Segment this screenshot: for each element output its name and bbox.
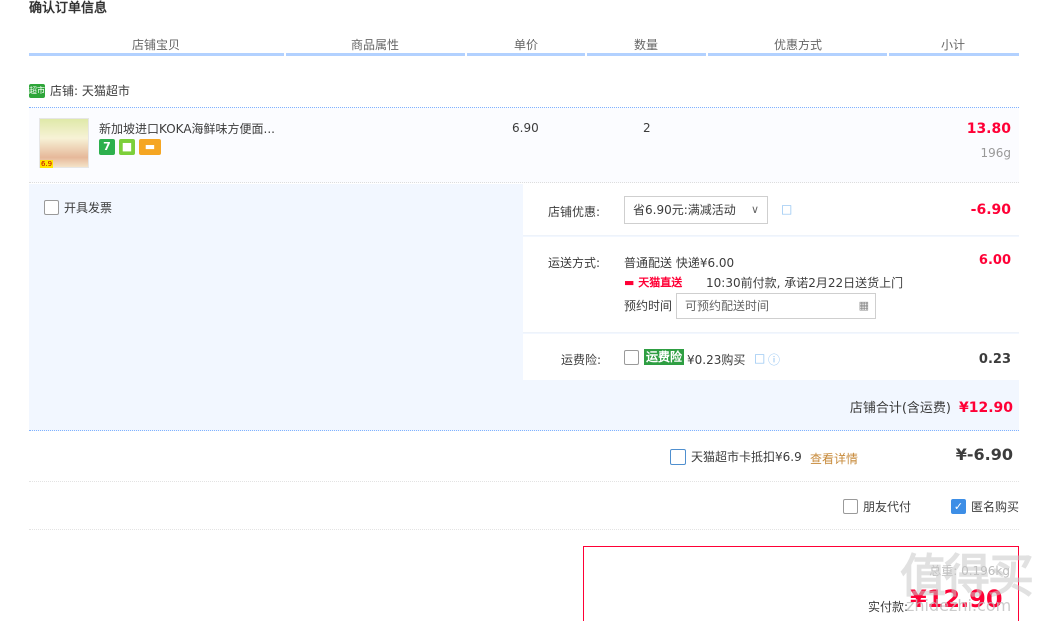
product-thumbnail[interactable]: 6.9 (39, 118, 89, 168)
invoice-option[interactable]: 开具发票 (44, 199, 112, 216)
tmall-supermarket-logo: 超市 (29, 83, 45, 98)
invoice-checkbox[interactable] (44, 200, 59, 215)
col-shop-item: 店铺宝贝 (132, 38, 181, 52)
friend-pay-label: 朋友代付 (863, 500, 912, 514)
calendar-icon[interactable]: ▦ (859, 294, 869, 318)
anonymous-label: 匿名购买 (971, 500, 1020, 514)
insurance-label: 运费险: (561, 353, 602, 367)
shop-total: 店铺合计(含运费) ¥12.90 (850, 397, 1013, 416)
watermark-url: zhidezhi.com (906, 596, 1012, 615)
insurance-row: 运费险: 运费险 ¥0.23购买 □ ⓘ 0.23 (523, 334, 1019, 380)
shop-total-amount: ¥12.90 (958, 400, 1013, 416)
quantity: 2 (643, 121, 651, 135)
shipping-amount: 6.00 (978, 253, 1011, 268)
friend-pay-option[interactable]: 朋友代付 (843, 498, 911, 515)
appointment-time-input[interactable]: 可预约配送时间 ▦ (676, 293, 876, 319)
shop-name[interactable]: 店铺: 天猫超市 (50, 82, 130, 99)
shop-promo-value: 省6.90元:满减活动 (633, 203, 736, 217)
tmall-card-checkbox[interactable] (670, 448, 686, 465)
help-icon[interactable]: ⓘ (768, 351, 780, 368)
column-header: 店铺宝贝 商品属性 单价 数量 优惠方式 小计 (29, 36, 1019, 56)
delivery-promise: 10:30前付款, 承诺2月22日送货上门 (706, 276, 904, 290)
friend-pay-checkbox[interactable] (843, 499, 858, 514)
col-quantity: 数量 (634, 38, 659, 52)
item-subtotal: 13.80 (966, 121, 1011, 137)
order-options-panel: 店铺优惠: 省6.90元:满减活动 ∨ □ -6.90 运送方式: 普通配送 快… (523, 184, 1019, 380)
shop-row: 超市 店铺: 天猫超市 (29, 82, 130, 99)
chevron-down-icon: ∨ (750, 203, 759, 216)
anonymous-checkbox[interactable]: ✓ (951, 499, 966, 514)
shop-promo-amount: -6.90 (970, 202, 1011, 218)
page-title: 确认订单信息 (29, 1, 108, 16)
robot-service-icon[interactable]: ■ (119, 139, 135, 155)
shop-promo-row: 店铺优惠: 省6.90元:满减活动 ∨ □ -6.90 (523, 184, 1019, 236)
appointment-label: 预约时间 (624, 299, 673, 313)
tmall-card-row: 天猫超市卡抵扣¥6.9 查看详情 ¥-6.90 (29, 431, 1019, 482)
product-title[interactable]: 新加坡进口KOKA海鲜味方便面... (99, 120, 275, 137)
tmall-card-label: 天猫超市卡抵扣¥6.9 (691, 450, 802, 464)
shop-promo-label: 店铺优惠: (548, 205, 601, 219)
tmall-card-option[interactable]: 天猫超市卡抵扣¥6.9 (670, 448, 802, 465)
insurance-amount: 0.23 (978, 352, 1011, 367)
anonymous-buy-option[interactable]: ✓ 匿名购买 (951, 498, 1019, 515)
insurance-checkbox[interactable] (624, 350, 639, 365)
payment-options: 朋友代付 ✓ 匿名购买 (29, 482, 1019, 530)
col-unit-price: 单价 (514, 38, 539, 52)
col-attributes: 商品属性 (351, 38, 400, 52)
shipping-row: 运送方式: 普通配送 快递¥6.00 ▬ 天猫直送 10:30前付款, 承诺2月… (523, 237, 1019, 333)
tmall-card-amount: ¥-6.90 (955, 445, 1013, 464)
col-discount: 优惠方式 (774, 38, 823, 52)
card-payment-icon[interactable]: ▬ (139, 139, 161, 155)
shop-promo-select[interactable]: 省6.90元:满减活动 ∨ (624, 196, 768, 224)
message-icon[interactable]: □ (754, 351, 765, 365)
insurance-tag: 运费险 (644, 349, 685, 365)
unit-price: 6.90 (512, 121, 539, 135)
insurance-price: ¥0.23购买 (687, 353, 746, 367)
view-details-link[interactable]: 查看详情 (810, 450, 858, 467)
message-icon[interactable]: □ (781, 202, 792, 216)
order-services: 开具发票 店铺优惠: 省6.90元:满减活动 ∨ □ -6.90 运送方式: 普… (29, 184, 1019, 431)
order-item: 6.9 新加坡进口KOKA海鲜味方便面... 7 ■ ▬ 6.90 2 13.8… (29, 107, 1019, 183)
shipping-method: 普通配送 快递¥6.00 (624, 256, 735, 270)
item-weight: 196g (980, 146, 1011, 160)
tmall-direct-badge: ▬ 天猫直送 (624, 276, 683, 289)
thumb-price-tag: 6.9 (40, 160, 54, 168)
shop-total-label: 店铺合计(含运费) (849, 401, 951, 416)
seven-day-return-icon[interactable]: 7 (99, 139, 115, 155)
shipping-label: 运送方式: (548, 256, 601, 270)
service-badges: 7 ■ ▬ (99, 139, 161, 155)
col-subtotal: 小计 (941, 38, 966, 52)
appointment-placeholder: 可预约配送时间 (685, 299, 770, 313)
invoice-label: 开具发票 (64, 201, 113, 215)
